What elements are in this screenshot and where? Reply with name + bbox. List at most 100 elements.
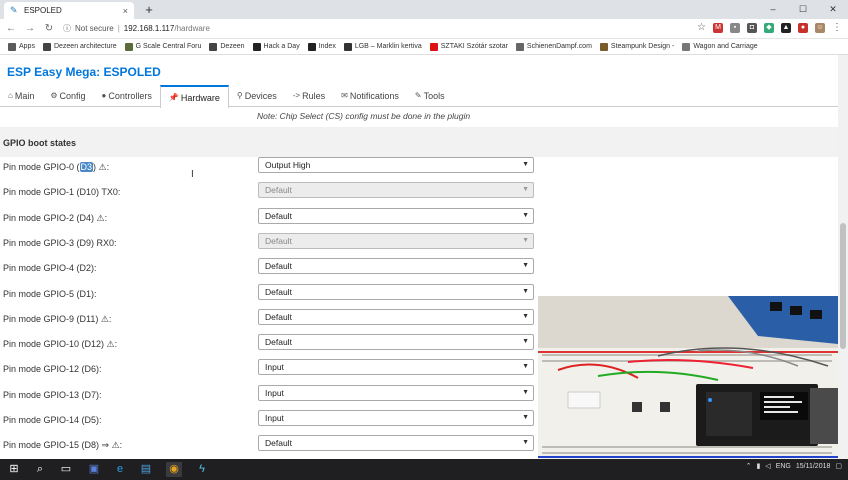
bookmark-item[interactable]: Dezeen	[209, 42, 245, 51]
gpio-label-text: Pin mode GPIO-15 (D8) ⇒ ⚠:	[3, 440, 123, 451]
bookmark-item[interactable]: Index	[307, 42, 336, 51]
gpio-row: Pin mode GPIO-10 (D12) ⚠: Default ▼	[0, 334, 560, 359]
extension-icon[interactable]: ◘	[747, 22, 757, 33]
chrome-icon[interactable]: ◉	[166, 462, 182, 477]
monitor-app-icon[interactable]: ▤	[138, 462, 154, 477]
bookmark-item[interactable]: Hack a Day	[252, 42, 300, 51]
menu-rules[interactable]: -> Rules	[285, 85, 333, 107]
close-window-button[interactable]: ✕	[818, 0, 848, 19]
gpio-row: Pin mode GPIO-0 (D3) ⚠: Output High ▼	[0, 157, 560, 182]
avatar[interactable]: ☺	[815, 22, 825, 33]
menu-notifications[interactable]: ✉ Notifications	[333, 85, 407, 107]
tab-title: ESPOLED	[24, 6, 62, 15]
menu-config[interactable]: ⚙ Config	[42, 85, 93, 107]
gpio-label-text: Pin mode GPIO-13 (D7):	[3, 389, 102, 400]
menu-main[interactable]: ⌂ Main	[0, 85, 42, 107]
pin-mode-select[interactable]: Default ▼	[258, 207, 534, 224]
bookmark-label: Hack a Day	[263, 43, 300, 50]
pin-mode-select[interactable]: Input ▼	[258, 359, 534, 376]
gmail-extension-icon[interactable]: M	[713, 22, 723, 33]
maximize-button[interactable]: ☐	[788, 0, 818, 19]
controllers-icon: ●	[101, 91, 107, 100]
clock-date[interactable]: 15/11/2018	[796, 463, 831, 470]
extension-icon[interactable]: ◆	[764, 22, 774, 33]
gpio-label: Pin mode GPIO-2 (D4) ⚠:	[3, 213, 107, 224]
address-bar[interactable]: ⓘ Not secure | 192.168.1.117 /hardware	[63, 21, 210, 37]
save-app-icon[interactable]: ▣	[86, 462, 102, 477]
bookmark-label: SchienenDampf.com	[526, 43, 592, 50]
bookmark-icon	[252, 42, 261, 51]
back-icon[interactable]: ←	[3, 23, 19, 34]
pin-mode-select[interactable]: Default ▼	[258, 283, 534, 300]
gpio-label-text: Pin mode GPIO-3 (D9) RX0:	[3, 237, 117, 248]
gpio-row: Pin mode GPIO-5 (D1): Default ▼	[0, 283, 560, 309]
star-icon[interactable]: ☆	[697, 22, 706, 33]
bookmark-item[interactable]: Steampunk Design -	[599, 42, 675, 51]
bookmark-item[interactable]: SZTAKI Szótár szotar	[429, 42, 508, 51]
menu-tools[interactable]: ✎ Tools	[407, 85, 453, 107]
bookmark-label: Steampunk Design -	[610, 43, 675, 50]
menu-label: Rules	[302, 91, 326, 101]
bookmark-label: Dezeen	[220, 43, 245, 50]
extension-icon[interactable]: ▪	[730, 22, 740, 33]
pin-mode-select[interactable]: Output High ▼	[258, 157, 534, 173]
bookmark-item[interactable]: SchienenDampf.com	[515, 42, 592, 51]
page-scrollbar[interactable]	[838, 55, 848, 459]
gpio-label: Pin mode GPIO-10 (D12) ⚠:	[3, 339, 117, 350]
browser-tab[interactable]: ✎ ESPOLED ×	[4, 2, 134, 19]
selected-text: D3	[79, 162, 94, 172]
bookmark-item[interactable]: Dezeen architecture	[42, 42, 117, 51]
minimize-button[interactable]: –	[758, 0, 788, 19]
forward-icon[interactable]: →	[22, 23, 38, 34]
bookmark-item[interactable]: LGB – Marklin kertiva	[343, 42, 422, 51]
dropdown-caret-icon: ▼	[522, 262, 529, 270]
gpio-label-text: Pin mode GPIO-5 (D1):	[3, 288, 97, 299]
gpio-row: Pin mode GPIO-9 (D11) ⚠: Default ▼	[0, 308, 560, 334]
gpio-label-text: Pin mode GPIO-4 (D2):	[3, 263, 97, 274]
pin-mode-select: Default ▼	[258, 182, 534, 199]
gpio-label: Pin mode GPIO-5 (D1):	[3, 289, 97, 299]
bookmark-icon	[307, 42, 316, 51]
flash-app-icon[interactable]: ϟ	[194, 462, 210, 477]
volume-icon[interactable]: ◁	[765, 462, 770, 470]
menu-hardware[interactable]: 📌 Hardware	[159, 85, 229, 108]
mouse-cursor-icon: I	[191, 169, 194, 180]
search-icon[interactable]: ⌕	[32, 462, 48, 477]
select-value: Default	[265, 438, 292, 449]
notifications-icon[interactable]: ▢	[835, 462, 842, 470]
pin-mode-select[interactable]: Input ▼	[258, 410, 534, 426]
extension-icon[interactable]: ▲	[781, 22, 791, 33]
menu-icon[interactable]: ⋮	[832, 22, 842, 33]
bookmark-item[interactable]: Apps	[8, 42, 35, 51]
select-value: Default	[265, 185, 292, 196]
bookmark-icon	[429, 42, 438, 51]
menu-label: Controllers	[108, 91, 152, 101]
pin-mode-select[interactable]: Default ▼	[258, 334, 534, 351]
tray-icon[interactable]: ⌃	[746, 462, 752, 470]
scrollbar-thumb[interactable]	[840, 223, 846, 349]
select-value: Input	[265, 387, 284, 398]
browser-toolbar: ← → ↻ ⓘ Not secure | 192.168.1.117 /hard…	[0, 19, 848, 39]
menu-devices[interactable]: ⚲ Devices	[229, 85, 285, 107]
bookmark-item[interactable]: Wagon and Carriage	[682, 42, 758, 51]
network-icon[interactable]: ▮	[756, 462, 760, 470]
language-indicator[interactable]: ENG	[776, 463, 791, 470]
pin-mode-select[interactable]: Default ▼	[258, 435, 534, 452]
tab-close-icon[interactable]: ×	[123, 6, 128, 16]
menu-controllers[interactable]: ● Controllers	[94, 85, 160, 107]
tab-favicon-icon: ✎	[10, 5, 18, 15]
pin-mode-select[interactable]: Default ▼	[258, 308, 534, 325]
extension-icon[interactable]: ●	[798, 22, 808, 33]
reload-icon[interactable]: ↻	[41, 23, 57, 34]
task-view-icon[interactable]: ▭	[58, 462, 74, 477]
pin-mode-select[interactable]: Input ▼	[258, 384, 534, 401]
new-tab-button[interactable]: +	[140, 2, 158, 17]
edge-browser-icon[interactable]: e	[112, 462, 128, 477]
bookmark-item[interactable]: G Scale Central Foru	[124, 42, 201, 51]
pin-mode-select[interactable]: Default ▼	[258, 258, 534, 275]
info-icon[interactable]: ⓘ	[63, 23, 71, 34]
gpio-label: Pin mode GPIO-12 (D6):	[3, 364, 102, 374]
bookmark-label: SZTAKI Szótár szotar	[440, 43, 508, 50]
windows-start-icon[interactable]: ⊞	[6, 462, 22, 477]
dropdown-caret-icon: ▼	[522, 161, 529, 168]
